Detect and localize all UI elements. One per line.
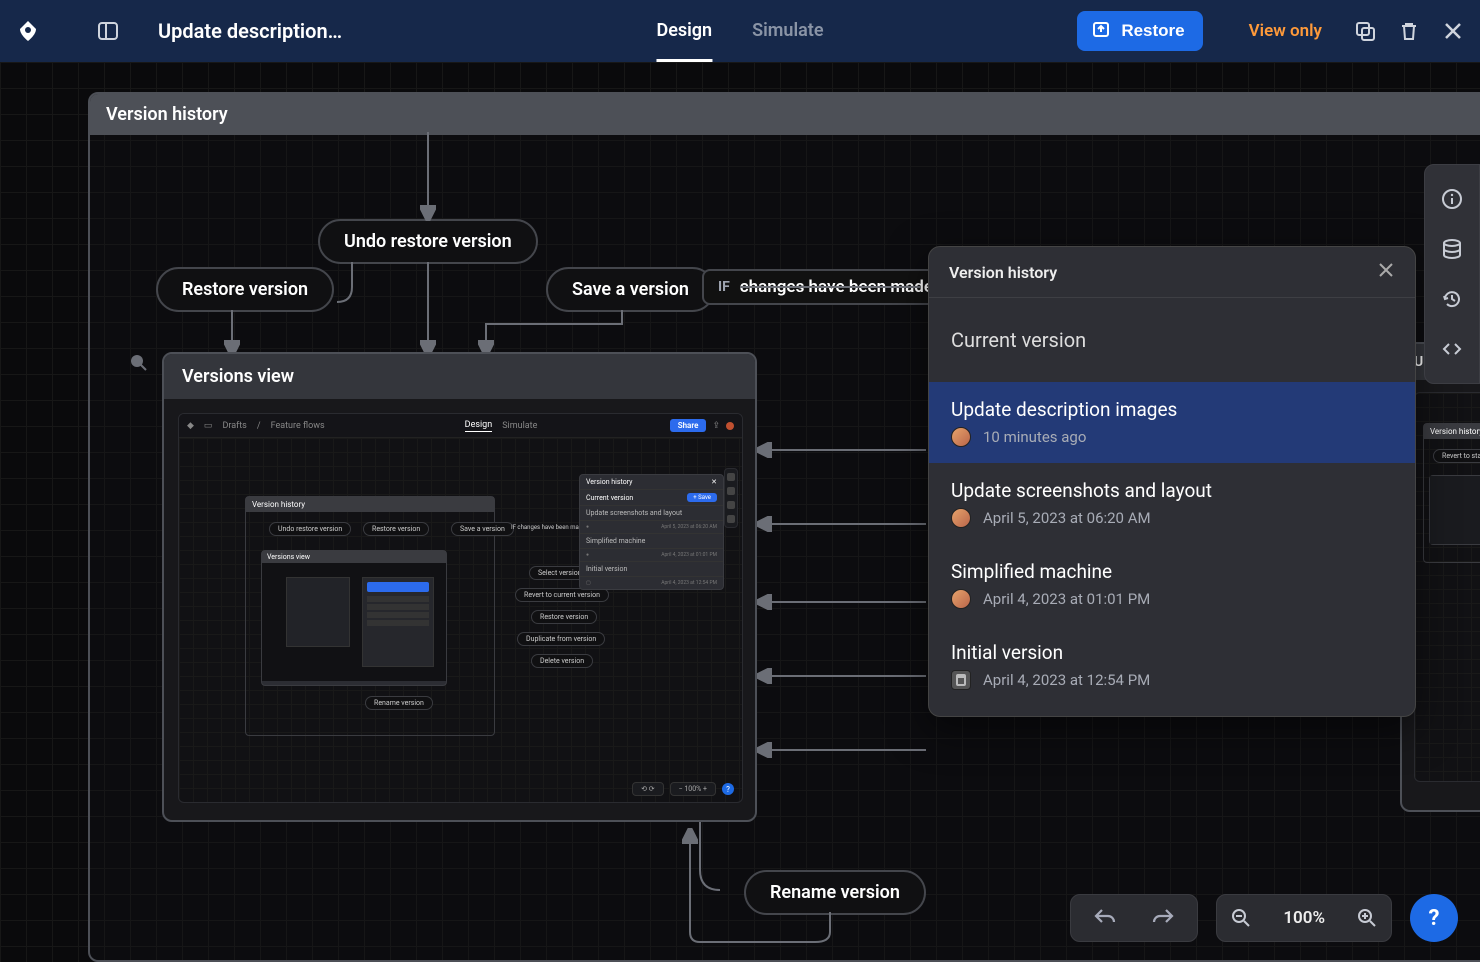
mode-tabs: Design Simulate (656, 0, 823, 62)
vh-item-title: Update screenshots and layout (951, 479, 1393, 502)
data-button[interactable] (1440, 237, 1464, 261)
mini-zoom: 100% (684, 785, 701, 793)
header-right: Restore View only (1077, 11, 1466, 51)
vh-item-title: Simplified machine (951, 560, 1393, 583)
undo-redo-group (1070, 894, 1198, 942)
vh-panel-header: Version history (929, 247, 1415, 298)
vh-item-3[interactable]: Initial version April 4, 2023 at 12:54 P… (929, 625, 1415, 716)
canvas[interactable]: Version history Restore version Undo res… (0, 62, 1480, 962)
mini-vh-r3d: April 4, 2023 at 12:54 PM (661, 580, 717, 586)
close-button[interactable] (1440, 18, 1466, 44)
vh-item-1[interactable]: Update screenshots and layout April 5, 2… (929, 463, 1415, 544)
mini-vh-current: Current version (586, 494, 633, 502)
mini-tab-simulate: Simulate (502, 421, 537, 431)
mini-crumb-2: Feature flows (271, 421, 325, 431)
vh-item-date: April 5, 2023 at 06:20 AM (983, 509, 1151, 527)
view-only-label: View only (1249, 21, 1322, 41)
mini-cond: IF changes have been made (511, 524, 585, 531)
mini-bottom-controls: ⟲ ⟳ − 100% + ? (632, 782, 734, 796)
vh-close-button[interactable] (1377, 261, 1395, 283)
mini-vh-r2d: April 4, 2023 at 01:01 PM (661, 552, 717, 558)
code-button[interactable] (1440, 337, 1464, 361)
mini-vh-r1: Update screenshots and layout (586, 509, 682, 517)
version-history-panel: Version history Current version Update d… (928, 246, 1416, 717)
versions-view-body: ◆ ▭ Drafts/ Feature flows Design Simulat… (164, 399, 755, 817)
frame-versions-view[interactable]: Versions view ◆ ▭ Drafts/ Feature flows … (162, 352, 757, 822)
mini-pill-save: Save a version (451, 522, 514, 536)
vh-item-title: Update description images (951, 398, 1393, 421)
mini-canvas: Version history Undo restore version Res… (179, 438, 742, 802)
mini-inner-title: Versions view (262, 551, 446, 563)
vh-item-date: April 4, 2023 at 01:01 PM (983, 590, 1150, 608)
mini-p-revert: Revert to current version (515, 588, 609, 602)
bottom-controls: 100% ? (1070, 894, 1458, 942)
history-button[interactable] (1440, 287, 1464, 311)
restore-icon (1091, 19, 1111, 44)
mini-frame-vh-title: Version history (246, 497, 494, 512)
mini-header: ◆ ▭ Drafts/ Feature flows Design Simulat… (179, 414, 742, 438)
mini-vh-save: + Save (687, 493, 717, 502)
tab-simulate[interactable]: Simulate (752, 0, 823, 62)
header: Update description… Design Simulate Rest… (0, 0, 1480, 62)
vh-item-title: Initial version (951, 641, 1393, 664)
restore-label: Restore (1121, 21, 1184, 41)
page-title: Update description… (158, 19, 342, 43)
mini-vh-r1d: April 5, 2023 at 06:20 AM (661, 524, 717, 530)
vh-panel-title: Version history (949, 263, 1057, 282)
vh-item-0[interactable]: Update description images 10 minutes ago (929, 382, 1415, 463)
mini-pill-restore: Restore version (363, 522, 429, 536)
avatar-icon (951, 427, 971, 447)
mini-p-restore2: Restore version (531, 610, 597, 624)
mini-p-dup: Duplicate from version (517, 632, 605, 646)
mini-help-icon: ? (722, 783, 734, 795)
mini-inner-frame: Versions view (261, 550, 447, 686)
redo-button[interactable] (1151, 907, 1175, 929)
right-toolbar (1424, 164, 1480, 384)
vh-item-date: 10 minutes ago (983, 428, 1086, 446)
zoom-label: 100% (1265, 908, 1343, 928)
mini-p-rename: Rename version (365, 696, 433, 710)
restore-button[interactable]: Restore (1077, 11, 1202, 51)
mini-right-toolbar (724, 468, 738, 528)
versions-view-title: Versions view (164, 354, 755, 399)
undo-button[interactable] (1093, 907, 1117, 929)
avatar-icon (951, 589, 971, 609)
system-icon (951, 670, 971, 690)
tab-design[interactable]: Design (656, 0, 712, 62)
mini-p-del: Delete version (531, 654, 593, 668)
mini-vh-r3: Initial version (586, 565, 627, 573)
vh-item-date: April 4, 2023 at 12:54 PM (983, 671, 1150, 689)
mini-pill-undo: Undo restore version (269, 522, 351, 536)
mini-vh-title: Version history (586, 478, 632, 486)
info-button[interactable] (1440, 187, 1464, 211)
vh-item-2[interactable]: Simplified machine April 4, 2023 at 01:0… (929, 544, 1415, 625)
mini2-vh: Version history (1424, 424, 1480, 439)
app-logo (14, 17, 42, 45)
panel-toggle-button[interactable] (94, 17, 122, 45)
mini2-revert: Revert to state (1433, 449, 1480, 463)
copy-button[interactable] (1352, 18, 1378, 44)
mini-vh-panel: Version history✕ Current version+ Save U… (579, 474, 724, 590)
mini-vh-r2: Simplified machine (586, 537, 645, 545)
mini-crumb-1: Drafts (222, 421, 246, 431)
help-button[interactable]: ? (1410, 894, 1458, 942)
mini-app-preview: ◆ ▭ Drafts/ Feature flows Design Simulat… (178, 413, 743, 803)
zoom-in-button[interactable] (1343, 894, 1391, 942)
mini-share: Share (670, 419, 707, 432)
zoom-group: 100% (1216, 894, 1392, 942)
mini-tab-design: Design (465, 420, 493, 432)
avatar-icon (951, 508, 971, 528)
delete-button[interactable] (1396, 18, 1422, 44)
zoom-out-button[interactable] (1217, 894, 1265, 942)
mini2-inner (1429, 475, 1480, 545)
vh-current-version[interactable]: Current version (929, 298, 1415, 382)
mini-preview-2: Version history Revert to state (1414, 392, 1480, 782)
